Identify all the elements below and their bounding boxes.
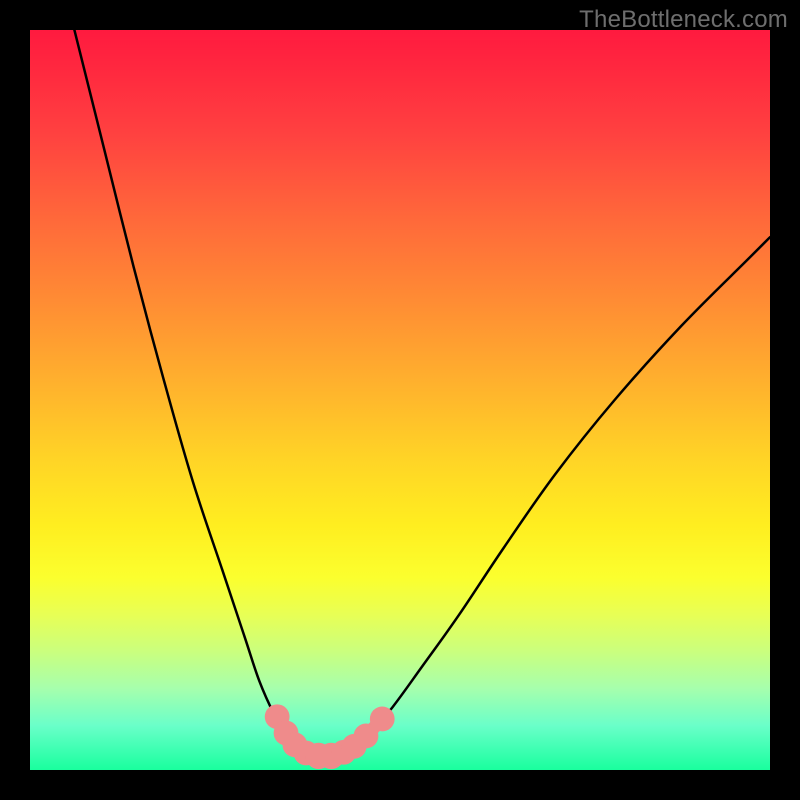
- data-marker: [370, 707, 395, 732]
- marker-group: [265, 704, 395, 769]
- watermark-label: TheBottleneck.com: [579, 6, 788, 34]
- curve-group: [74, 30, 770, 756]
- chart-svg: [30, 30, 770, 770]
- chart-frame: TheBottleneck.com: [0, 0, 800, 800]
- plot-area: [30, 30, 770, 770]
- bottleneck-curve: [74, 30, 770, 756]
